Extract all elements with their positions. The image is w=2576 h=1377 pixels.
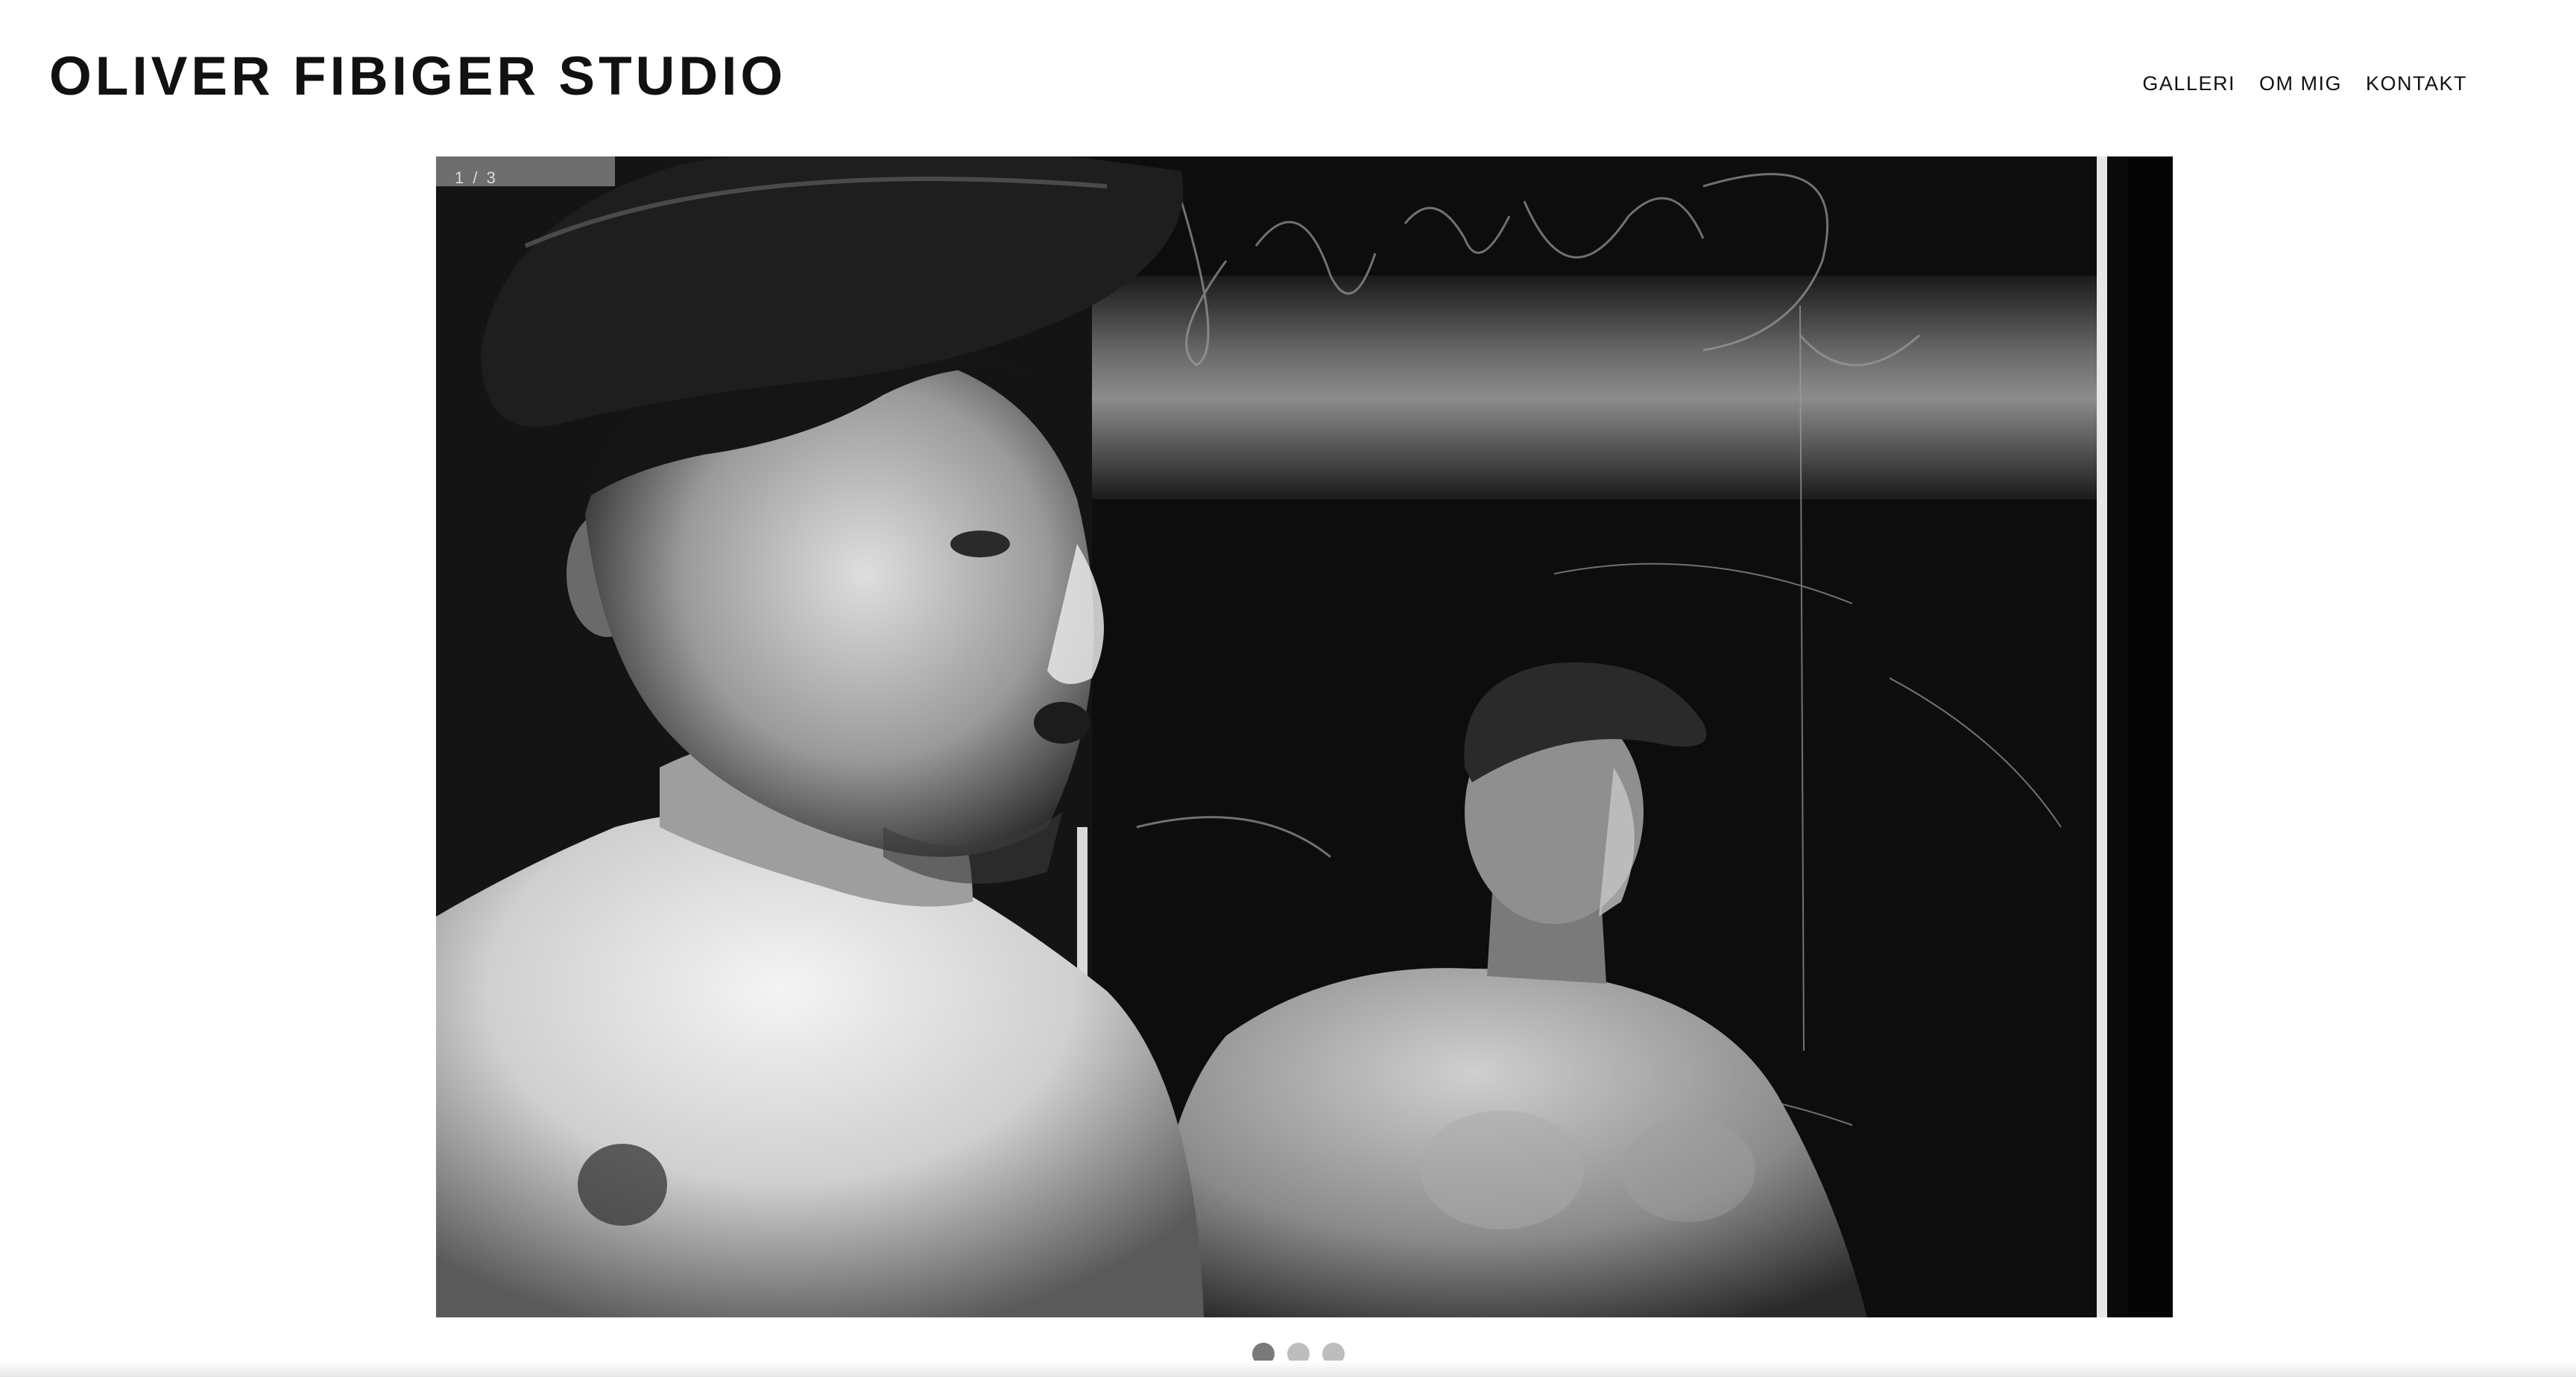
site-header: OLIVER FIBIGER STUDIO GALLERI OM MIG KON… [0,0,2576,149]
nav-item-kontakt[interactable]: KONTAKT [2366,69,2467,98]
bottom-edge-shadow [0,1361,2576,1377]
slideshow-photo[interactable] [436,156,2173,1317]
nav-item-galleri[interactable]: GALLERI [2142,69,2235,98]
site-title[interactable]: OLIVER FIBIGER STUDIO [49,43,786,110]
main-nav: GALLERI OM MIG KONTAKT [2142,69,2467,98]
slide-counter: 1 / 3 [455,168,498,187]
nav-item-om-mig[interactable]: OM MIG [2259,69,2342,98]
image-slideshow[interactable]: 1 / 3 [436,156,2173,1317]
